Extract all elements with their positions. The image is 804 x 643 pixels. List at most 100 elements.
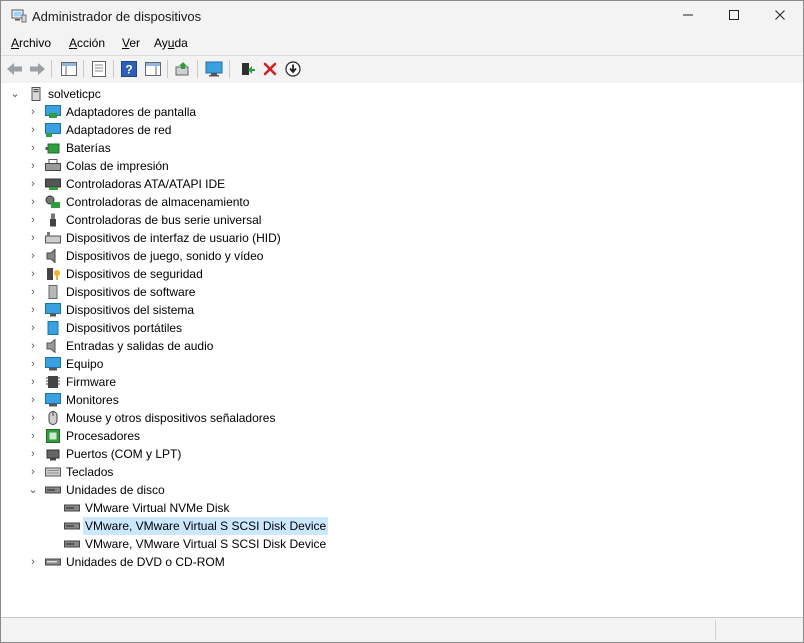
tree-category-label: Controladoras de almacenamiento xyxy=(66,195,250,209)
disable-device-button[interactable] xyxy=(283,59,303,79)
tree-category[interactable]: › Controladoras de almacenamiento xyxy=(1,193,401,211)
close-button[interactable] xyxy=(757,1,803,31)
tree-category[interactable]: › Controladoras de bus serie universal xyxy=(1,211,401,229)
maximize-icon xyxy=(729,10,739,20)
uninstall-device-button[interactable] xyxy=(260,59,280,79)
tree-category[interactable]: › Entradas y salidas de audio xyxy=(1,337,401,355)
status-bar xyxy=(1,618,803,642)
menu-archivo[interactable]: Archivo xyxy=(11,36,51,50)
tree-category[interactable]: › Dispositivos portátiles xyxy=(1,319,401,337)
system-device-icon xyxy=(45,303,61,317)
chevron-right-icon[interactable]: › xyxy=(28,373,38,391)
tree-root-label: solveticpc xyxy=(48,87,101,101)
chevron-right-icon[interactable]: › xyxy=(28,355,38,373)
tree-device-label: VMware, VMware Virtual S SCSI Disk Devic… xyxy=(85,537,327,551)
tree-category[interactable]: › Unidades de DVD o CD-ROM xyxy=(1,553,401,571)
chevron-right-icon[interactable]: › xyxy=(28,211,38,229)
download-circle-icon xyxy=(285,61,301,77)
tree-category[interactable]: › Mouse y otros dispositivos señaladores xyxy=(1,409,401,427)
chevron-right-icon[interactable]: › xyxy=(28,319,38,337)
tree-category[interactable]: › Puertos (COM y LPT) xyxy=(1,445,401,463)
tree-category-expanded[interactable]: ⌄ Unidades de disco xyxy=(1,481,401,499)
audio-io-icon xyxy=(46,339,56,353)
tree-category[interactable]: › Equipo xyxy=(1,355,401,373)
svg-text:?: ? xyxy=(125,63,132,77)
speaker-icon xyxy=(46,249,56,263)
chevron-down-icon[interactable]: ⌄ xyxy=(28,481,38,499)
chevron-right-icon[interactable]: › xyxy=(28,391,38,409)
forward-button[interactable] xyxy=(27,59,47,79)
tree-category[interactable]: › Monitores xyxy=(1,391,401,409)
tree-category-label: Unidades de disco xyxy=(66,483,165,497)
ide-controller-icon xyxy=(45,178,61,190)
chevron-right-icon[interactable]: › xyxy=(28,229,38,247)
disk-drive-icon xyxy=(64,522,80,530)
help-button[interactable]: ? xyxy=(119,59,139,79)
dvd-drive-icon xyxy=(45,558,61,566)
tree-category[interactable]: › Adaptadores de red xyxy=(1,121,401,139)
scan-hardware-changes-button[interactable] xyxy=(204,59,224,79)
tree-category[interactable]: › Adaptadores de pantalla xyxy=(1,103,401,121)
tree-category[interactable]: › Teclados xyxy=(1,463,401,481)
tree-category-label: Mouse y otros dispositivos señaladores xyxy=(66,411,276,425)
chevron-right-icon[interactable]: › xyxy=(28,103,38,121)
tree-root[interactable]: ⌄ solveticpc xyxy=(1,85,301,103)
tree-category[interactable]: › Colas de impresión xyxy=(1,157,401,175)
show-hide-console-tree-button[interactable] xyxy=(59,59,79,79)
chevron-right-icon[interactable]: › xyxy=(28,265,38,283)
chevron-down-icon[interactable]: ⌄ xyxy=(10,85,20,103)
minimize-button[interactable] xyxy=(665,1,711,31)
chevron-right-icon[interactable]: › xyxy=(28,175,38,193)
chevron-right-icon[interactable]: › xyxy=(28,463,38,481)
title-bar: Administrador de dispositivos xyxy=(1,1,803,31)
chevron-right-icon[interactable]: › xyxy=(28,301,38,319)
processor-icon xyxy=(46,429,60,443)
chevron-right-icon[interactable]: › xyxy=(28,337,38,355)
chevron-right-icon[interactable]: › xyxy=(28,121,38,139)
tree-category-label: Dispositivos de software xyxy=(66,285,196,299)
tree-device[interactable]: VMware Virtual NVMe Disk xyxy=(1,499,401,517)
tree-device[interactable]: VMware, VMware Virtual S SCSI Disk Devic… xyxy=(1,535,401,553)
chevron-right-icon[interactable]: › xyxy=(28,283,38,301)
disk-drive-icon xyxy=(45,486,61,494)
tree-category[interactable]: › Firmware xyxy=(1,373,401,391)
update-driver-button[interactable] xyxy=(173,59,193,79)
tree-category-label: Monitores xyxy=(66,393,119,407)
menu-ayuda[interactable]: Ayuda xyxy=(154,36,188,50)
device-manager-window: Administrador de dispositivos Archivo Ac… xyxy=(0,0,804,643)
menu-accion[interactable]: Acción xyxy=(69,36,105,50)
properties-button[interactable] xyxy=(89,59,109,79)
toolbar-separator xyxy=(51,60,52,78)
tree-category[interactable]: › Baterías xyxy=(1,139,401,157)
enable-device-button[interactable] xyxy=(237,59,257,79)
chevron-right-icon[interactable]: › xyxy=(28,427,38,445)
red-x-icon xyxy=(263,62,277,76)
chevron-right-icon[interactable]: › xyxy=(28,409,38,427)
tree-category[interactable]: › Dispositivos de software xyxy=(1,283,401,301)
keyboard-icon xyxy=(45,467,61,477)
tree-device-label: VMware, VMware Virtual S SCSI Disk Devic… xyxy=(83,517,329,535)
tree-category[interactable]: › Dispositivos del sistema xyxy=(1,301,401,319)
tree-category[interactable]: › Controladoras ATA/ATAPI IDE xyxy=(1,175,401,193)
action-pane-button[interactable] xyxy=(143,59,163,79)
tree-category-label: Dispositivos del sistema xyxy=(66,303,195,317)
tree-category[interactable]: › Procesadores xyxy=(1,427,401,445)
tree-device-selected[interactable]: VMware, VMware Virtual S SCSI Disk Devic… xyxy=(1,517,401,535)
chevron-right-icon[interactable]: › xyxy=(28,445,38,463)
chevron-right-icon[interactable]: › xyxy=(28,157,38,175)
chevron-right-icon[interactable]: › xyxy=(28,247,38,265)
back-button[interactable] xyxy=(5,59,25,79)
tree-category[interactable]: › Dispositivos de seguridad xyxy=(1,265,401,283)
tree-category[interactable]: › Dispositivos de interfaz de usuario (H… xyxy=(1,229,401,247)
maximize-button[interactable] xyxy=(711,1,757,31)
tree-category-label: Dispositivos de seguridad xyxy=(66,267,203,281)
chevron-right-icon[interactable]: › xyxy=(28,553,38,571)
chevron-right-icon[interactable]: › xyxy=(28,193,38,211)
console-tree-icon xyxy=(61,62,77,76)
toolbar-separator xyxy=(197,60,198,78)
tree-category-label: Adaptadores de red xyxy=(66,123,172,137)
tree-category-label: Controladoras ATA/ATAPI IDE xyxy=(66,177,226,191)
chevron-right-icon[interactable]: › xyxy=(28,139,38,157)
menu-ver[interactable]: Ver xyxy=(122,36,140,50)
tree-category[interactable]: › Dispositivos de juego, sonido y vídeo xyxy=(1,247,401,265)
